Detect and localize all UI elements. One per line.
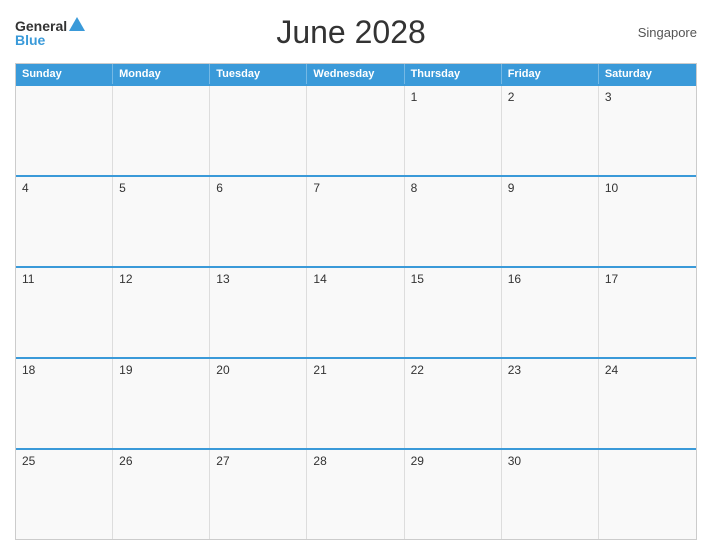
day-number: 19 bbox=[119, 363, 132, 377]
day-number: 14 bbox=[313, 272, 326, 286]
day-cell-19: 19 bbox=[113, 359, 210, 448]
day-header-monday: Monday bbox=[113, 64, 210, 84]
day-cell-9: 9 bbox=[502, 177, 599, 266]
day-number: 21 bbox=[313, 363, 326, 377]
day-number: 6 bbox=[216, 181, 223, 195]
day-number: 11 bbox=[22, 272, 34, 286]
calendar-body: 1234567891011121314151617181920212223242… bbox=[16, 84, 696, 539]
day-number: 27 bbox=[216, 454, 229, 468]
day-cell-20: 20 bbox=[210, 359, 307, 448]
day-number: 12 bbox=[119, 272, 132, 286]
week-row-2: 11 12 13 14 15 16 17 bbox=[16, 266, 696, 357]
day-cell-21: 21 bbox=[307, 359, 404, 448]
day-number: 2 bbox=[508, 90, 515, 104]
week-row-4: 25 26 27 28 29 30 bbox=[16, 448, 696, 539]
day-number: 23 bbox=[508, 363, 521, 377]
day-header-thursday: Thursday bbox=[405, 64, 502, 84]
day-cell-4: 4 bbox=[16, 177, 113, 266]
day-number: 22 bbox=[411, 363, 424, 377]
day-header-saturday: Saturday bbox=[599, 64, 696, 84]
day-number: 15 bbox=[411, 272, 424, 286]
week-row-0: 1 2 3 bbox=[16, 84, 696, 175]
day-cell-empty-1 bbox=[113, 86, 210, 175]
day-number: 17 bbox=[605, 272, 618, 286]
day-cell-17: 17 bbox=[599, 268, 696, 357]
day-number: 5 bbox=[119, 181, 126, 195]
day-cell-11: 11 bbox=[16, 268, 113, 357]
month-title: June 2028 bbox=[85, 14, 617, 51]
day-number: 7 bbox=[313, 181, 320, 195]
day-cell-18: 18 bbox=[16, 359, 113, 448]
day-number: 1 bbox=[411, 90, 418, 104]
header: General Blue June 2028 Singapore bbox=[15, 10, 697, 55]
day-cell-27: 27 bbox=[210, 450, 307, 539]
day-header-friday: Friday bbox=[502, 64, 599, 84]
day-number: 25 bbox=[22, 454, 35, 468]
region-label: Singapore bbox=[617, 25, 697, 40]
day-header-wednesday: Wednesday bbox=[307, 64, 404, 84]
day-cell-empty-3 bbox=[307, 86, 404, 175]
logo-blue-text: Blue bbox=[15, 33, 45, 47]
day-cell-22: 22 bbox=[405, 359, 502, 448]
day-number: 10 bbox=[605, 181, 618, 195]
day-header-sunday: Sunday bbox=[16, 64, 113, 84]
day-cell-13: 13 bbox=[210, 268, 307, 357]
day-cell-25: 25 bbox=[16, 450, 113, 539]
day-cell-1: 1 bbox=[405, 86, 502, 175]
day-cell-6: 6 bbox=[210, 177, 307, 266]
day-number: 28 bbox=[313, 454, 326, 468]
day-cell-23: 23 bbox=[502, 359, 599, 448]
week-row-1: 4 5 6 7 8 9 10 bbox=[16, 175, 696, 266]
day-cell-24: 24 bbox=[599, 359, 696, 448]
logo-general-text: General bbox=[15, 19, 67, 33]
day-number: 24 bbox=[605, 363, 618, 377]
day-cell-26: 26 bbox=[113, 450, 210, 539]
day-cell-7: 7 bbox=[307, 177, 404, 266]
day-cell-empty-6 bbox=[599, 450, 696, 539]
day-cell-12: 12 bbox=[113, 268, 210, 357]
day-number: 9 bbox=[508, 181, 515, 195]
calendar-page: General Blue June 2028 Singapore SundayM… bbox=[0, 0, 712, 550]
day-cell-29: 29 bbox=[405, 450, 502, 539]
day-number: 30 bbox=[508, 454, 521, 468]
day-cell-15: 15 bbox=[405, 268, 502, 357]
day-number: 29 bbox=[411, 454, 424, 468]
day-cell-empty-0 bbox=[16, 86, 113, 175]
day-cell-14: 14 bbox=[307, 268, 404, 357]
day-cell-8: 8 bbox=[405, 177, 502, 266]
day-number: 20 bbox=[216, 363, 229, 377]
day-number: 3 bbox=[605, 90, 612, 104]
day-cell-empty-2 bbox=[210, 86, 307, 175]
day-cell-5: 5 bbox=[113, 177, 210, 266]
calendar-header: SundayMondayTuesdayWednesdayThursdayFrid… bbox=[16, 64, 696, 84]
calendar: SundayMondayTuesdayWednesdayThursdayFrid… bbox=[15, 63, 697, 540]
logo-triangle-icon bbox=[69, 17, 85, 31]
day-cell-30: 30 bbox=[502, 450, 599, 539]
day-number: 8 bbox=[411, 181, 418, 195]
logo: General Blue bbox=[15, 19, 85, 47]
day-number: 18 bbox=[22, 363, 35, 377]
day-cell-16: 16 bbox=[502, 268, 599, 357]
day-cell-3: 3 bbox=[599, 86, 696, 175]
day-number: 26 bbox=[119, 454, 132, 468]
day-number: 4 bbox=[22, 181, 29, 195]
day-cell-2: 2 bbox=[502, 86, 599, 175]
day-cell-10: 10 bbox=[599, 177, 696, 266]
day-number: 16 bbox=[508, 272, 521, 286]
day-header-tuesday: Tuesday bbox=[210, 64, 307, 84]
week-row-3: 18 19 20 21 22 23 24 bbox=[16, 357, 696, 448]
day-cell-28: 28 bbox=[307, 450, 404, 539]
day-number: 13 bbox=[216, 272, 229, 286]
